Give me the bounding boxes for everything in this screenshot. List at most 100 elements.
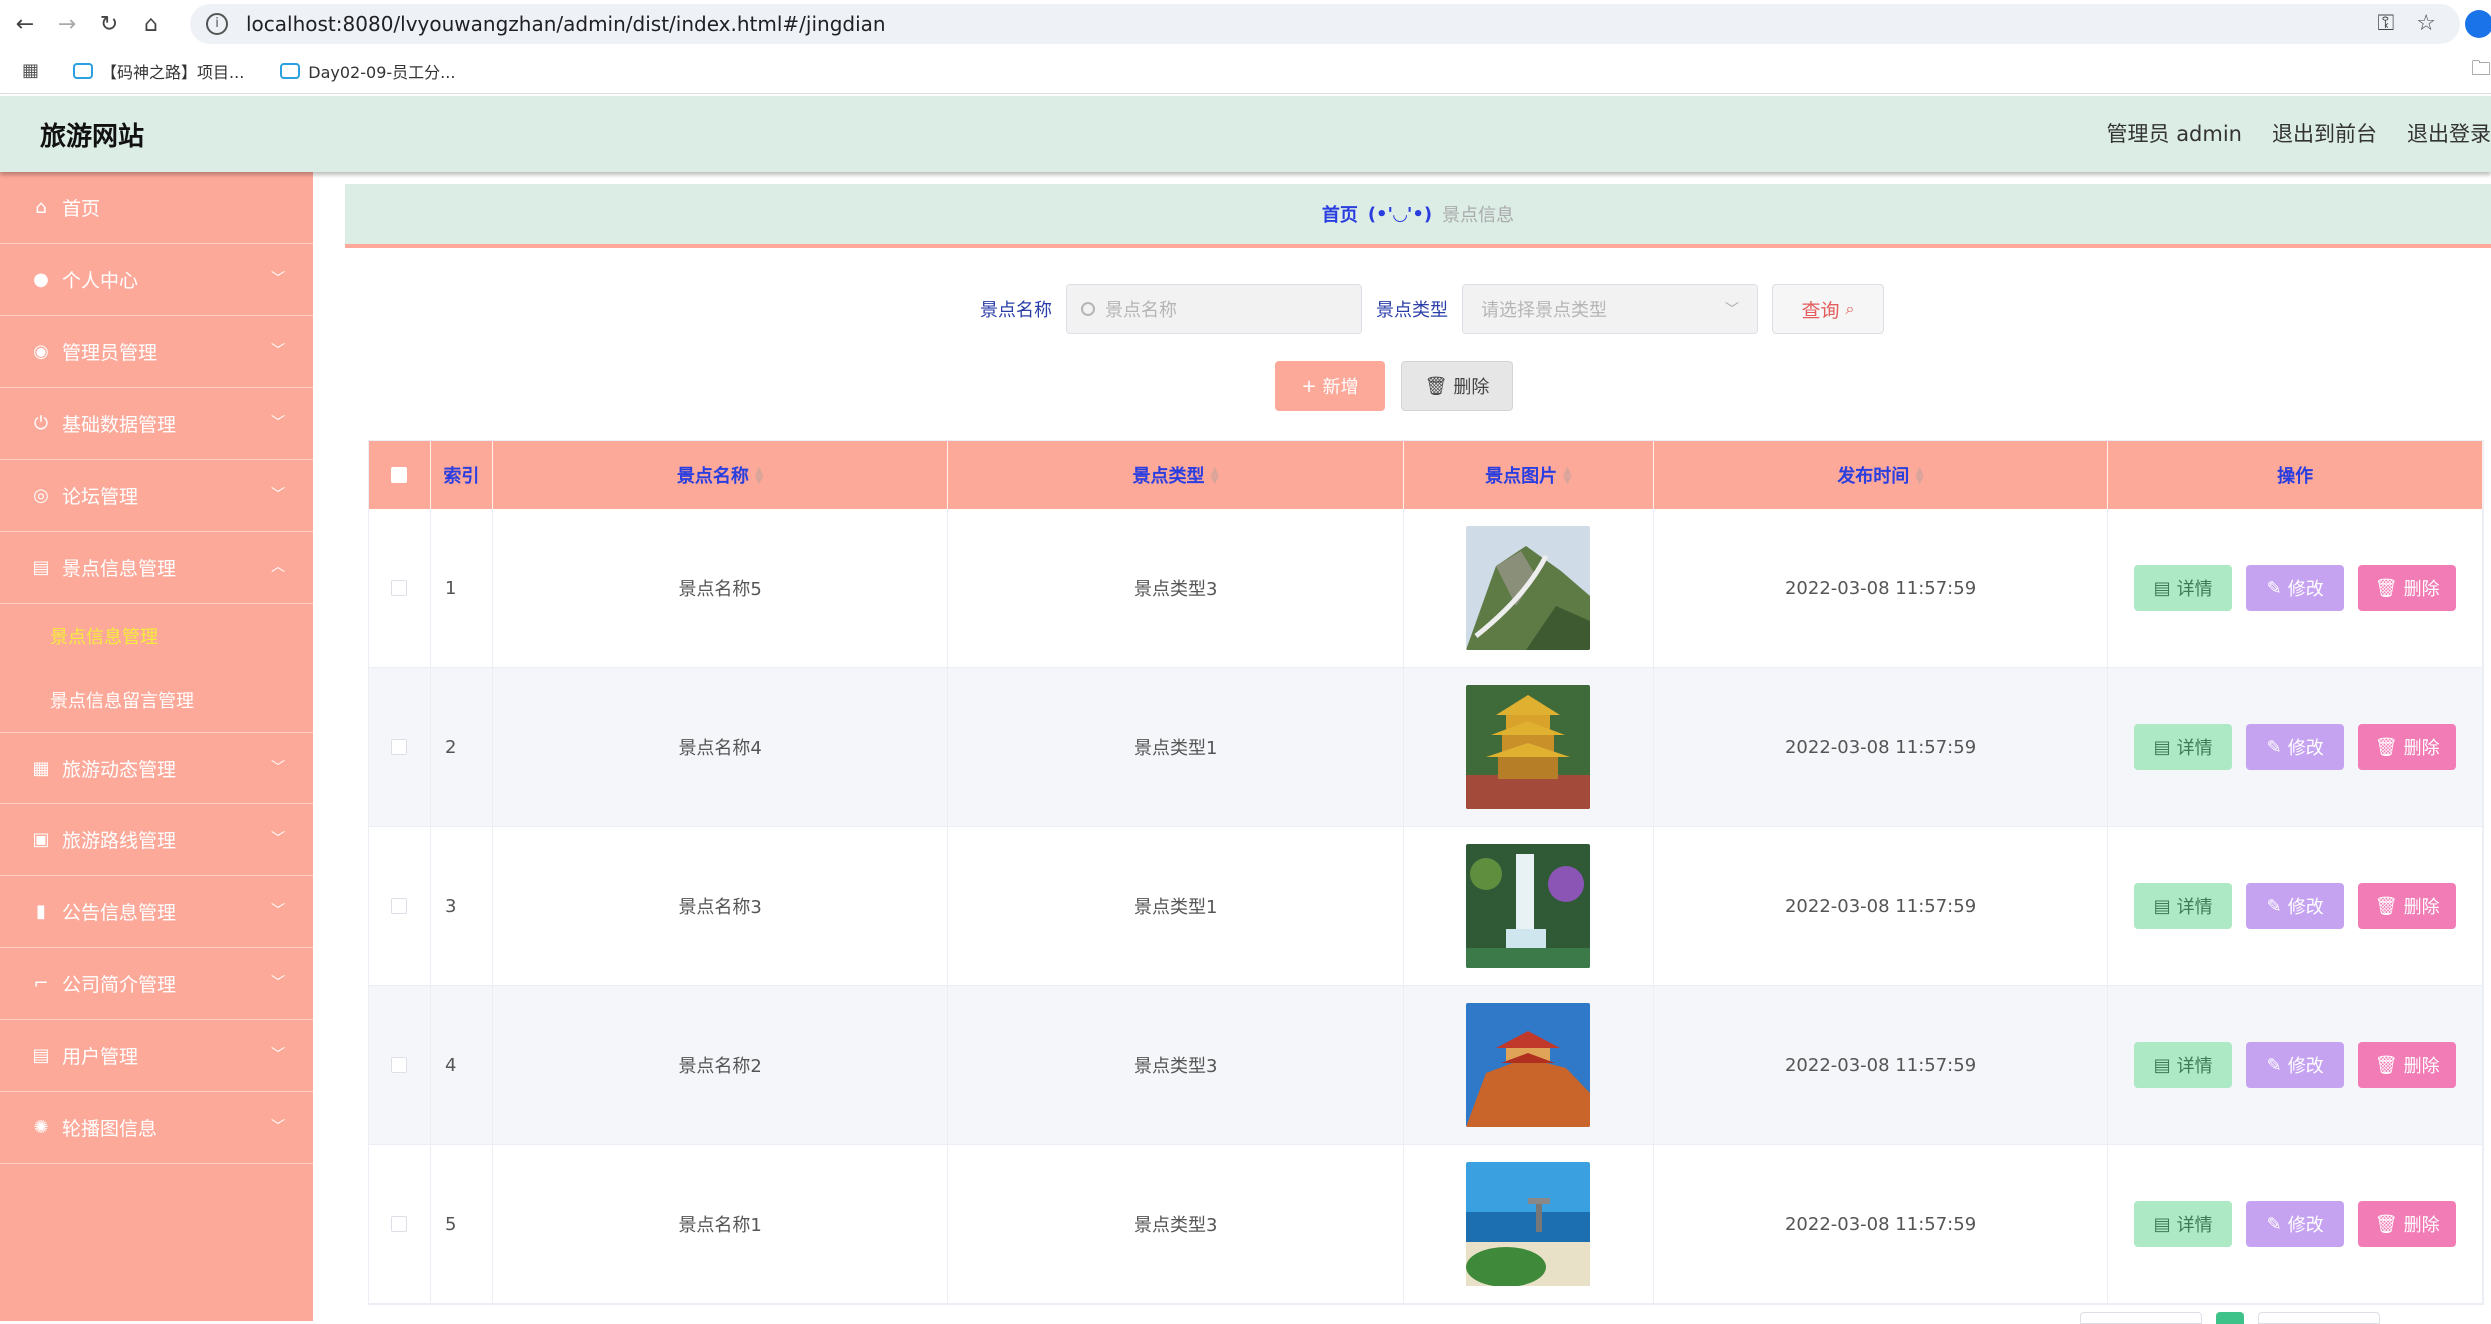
delete-button[interactable]: 🗑 删除 bbox=[2358, 1042, 2457, 1088]
sort-icon[interactable]: ▲ ▼ bbox=[1210, 465, 1218, 485]
delete-label: 删除 bbox=[2403, 1215, 2440, 1236]
folder-icon[interactable]: 🗀 bbox=[2471, 54, 2491, 88]
detail-button[interactable]: ▤ 详情 bbox=[2134, 565, 2233, 611]
edit-button[interactable]: ✎ 修改 bbox=[2246, 1042, 2345, 1088]
sidebar-subitem-scenic-comments[interactable]: 景点信息留言管理 bbox=[0, 668, 313, 732]
row-index: 4 bbox=[431, 986, 493, 1144]
clipboard-check-icon: ▤ bbox=[32, 1045, 50, 1066]
edit-label: 修改 bbox=[2287, 738, 2324, 759]
home-browser-icon[interactable]: ⌂ bbox=[134, 7, 168, 41]
detail-button[interactable]: ▤ 详情 bbox=[2134, 883, 2233, 929]
sidebar-item-travel-news[interactable]: ▦ 旅游动态管理 ﹀ bbox=[0, 732, 313, 804]
name-input-placeholder: 景点名称 bbox=[1105, 300, 1177, 321]
delete-button[interactable]: 🗑 删除 bbox=[2358, 883, 2457, 929]
column-header-name[interactable]: 景点名称 ▲ ▼ bbox=[493, 441, 949, 509]
scenic-photo-waterfall[interactable] bbox=[1466, 844, 1591, 968]
row-checkbox[interactable] bbox=[391, 1057, 408, 1073]
sort-icon[interactable]: ▲ ▼ bbox=[1915, 465, 1923, 485]
sidebar-item-scenic[interactable]: ▤ 景点信息管理 ︿ bbox=[0, 532, 313, 604]
sidebar-item-label: 论坛管理 bbox=[62, 486, 139, 508]
breadcrumb-home[interactable]: 首页 bbox=[1322, 201, 1358, 227]
page-jump-input[interactable] bbox=[2258, 1312, 2380, 1324]
bookmark-item[interactable]: Day02-09-员工分... bbox=[280, 59, 455, 83]
column-header-label: 景点名称 bbox=[676, 466, 749, 487]
sidebar-item-forum[interactable]: ◎ 论坛管理 ﹀ bbox=[0, 460, 313, 532]
column-header-photo[interactable]: 景点图片 ▲ ▼ bbox=[1404, 441, 1654, 509]
column-header-label: 索引 bbox=[443, 466, 480, 487]
sidebar-item-profile[interactable]: ● 个人中心 ﹀ bbox=[0, 244, 313, 316]
select-all-checkbox[interactable] bbox=[391, 467, 408, 483]
page-size-select[interactable] bbox=[2080, 1312, 2202, 1324]
row-time: 2022-03-08 11:57:59 bbox=[1654, 668, 2109, 826]
detail-button[interactable]: ▤ 详情 bbox=[2134, 1201, 2233, 1247]
row-checkbox[interactable] bbox=[391, 898, 408, 914]
trash-icon: 🗑 bbox=[2374, 895, 2398, 917]
scenic-photo-cliff-temple[interactable] bbox=[1466, 1003, 1591, 1127]
breadcrumb: 首页 (•'◡'•) 景点信息 bbox=[345, 184, 2491, 248]
delete-button[interactable]: 🗑 删除 bbox=[2358, 565, 2457, 611]
star-icon[interactable]: ☆ bbox=[2416, 11, 2436, 36]
sidebar-item-company[interactable]: ⌐ 公司简介管理 ﹀ bbox=[0, 948, 313, 1020]
add-button[interactable]: + 新增 bbox=[1275, 361, 1385, 411]
back-arrow-icon[interactable]: ← bbox=[8, 7, 42, 41]
sidebar-item-basic-data[interactable]: ⏻ 基础数据管理 ﹀ bbox=[0, 388, 313, 460]
delete-label: 删除 bbox=[2403, 1056, 2440, 1077]
scenic-photo-pagoda[interactable] bbox=[1466, 685, 1591, 809]
delete-label: 删除 bbox=[2403, 579, 2440, 600]
bookmark-item[interactable]: 【码神之路】项目... bbox=[73, 59, 244, 83]
apps-grid-icon[interactable]: ▦ bbox=[22, 60, 39, 81]
column-header-time[interactable]: 发布时间 ▲ ▼ bbox=[1654, 441, 2109, 509]
sidebar-subitem-scenic-info[interactable]: 景点信息管理 bbox=[0, 604, 313, 668]
bookmark-label: 【码神之路】项目... bbox=[101, 62, 245, 82]
key-icon[interactable]: ⚿ bbox=[2378, 11, 2395, 36]
sidebar-item-travel-routes[interactable]: ▣ 旅游路线管理 ﹀ bbox=[0, 804, 313, 876]
trash-icon: 🗑 bbox=[2374, 736, 2398, 758]
page-number-active[interactable] bbox=[2216, 1312, 2244, 1324]
to-front-link[interactable]: 退出到前台 bbox=[2272, 118, 2377, 148]
row-name: 景点名称3 bbox=[493, 827, 949, 985]
row-checkbox[interactable] bbox=[391, 1216, 408, 1232]
bilibili-icon bbox=[280, 62, 301, 79]
site-info-icon[interactable]: i bbox=[206, 13, 228, 35]
trash-icon: 🗑 bbox=[2374, 577, 2398, 599]
edit-button[interactable]: ✎ 修改 bbox=[2246, 724, 2345, 770]
column-header-type[interactable]: 景点类型 ▲ ▼ bbox=[948, 441, 1404, 509]
detail-button[interactable]: ▤ 详情 bbox=[2134, 1042, 2233, 1088]
name-search-input[interactable]: 景点名称 bbox=[1066, 284, 1362, 334]
forward-arrow-icon[interactable]: → bbox=[50, 7, 84, 41]
edit-button[interactable]: ✎ 修改 bbox=[2246, 883, 2345, 929]
row-checkbox[interactable] bbox=[391, 739, 408, 755]
delete-button[interactable]: 🗑 删除 bbox=[2358, 724, 2457, 770]
profile-avatar[interactable] bbox=[2465, 10, 2491, 38]
sort-icon[interactable]: ▲ ▼ bbox=[755, 465, 763, 485]
sidebar-item-admin[interactable]: ◉ 管理员管理 ﹀ bbox=[0, 316, 313, 388]
sidebar-item-home[interactable]: ⌂ 首页 bbox=[0, 172, 313, 244]
sidebar-item-notices[interactable]: ▮ 公告信息管理 ﹀ bbox=[0, 876, 313, 948]
url-text[interactable]: localhost:8080/lvyouwangzhan/admin/dist/… bbox=[246, 12, 886, 36]
edit-button[interactable]: ✎ 修改 bbox=[2246, 565, 2345, 611]
chevron-down-icon: ﹀ bbox=[271, 1047, 285, 1063]
edit-button[interactable]: ✎ 修改 bbox=[2246, 1201, 2345, 1247]
sidebar-item-carousel[interactable]: ✺ 轮播图信息 ﹀ bbox=[0, 1092, 313, 1164]
batch-delete-button[interactable]: 🗑 删除 bbox=[1401, 361, 1513, 411]
query-button-label: 查询 bbox=[1801, 299, 1840, 322]
row-index: 3 bbox=[431, 827, 493, 985]
detail-label: 详情 bbox=[2176, 738, 2213, 759]
scenic-photo-beach[interactable] bbox=[1466, 1162, 1591, 1286]
compass-icon: ◎ bbox=[33, 485, 49, 506]
row-name: 景点名称5 bbox=[493, 509, 949, 667]
detail-button[interactable]: ▤ 详情 bbox=[2134, 724, 2233, 770]
delete-label: 删除 bbox=[2403, 897, 2440, 918]
sidebar-item-users[interactable]: ▤ 用户管理 ﹀ bbox=[0, 1020, 313, 1092]
address-bar[interactable]: i localhost:8080/lvyouwangzhan/admin/dis… bbox=[190, 4, 2460, 44]
query-button[interactable]: 查询 ⌕ bbox=[1772, 284, 1884, 334]
reload-icon[interactable]: ↻ bbox=[92, 7, 126, 41]
delete-button[interactable]: 🗑 删除 bbox=[2358, 1201, 2457, 1247]
current-user: 管理员 admin bbox=[2106, 122, 2242, 146]
type-select[interactable]: 请选择景点类型 ﹀ bbox=[1462, 284, 1758, 334]
scenic-photo-mountain-road[interactable] bbox=[1466, 526, 1591, 650]
select-all-cell bbox=[369, 441, 431, 509]
row-checkbox[interactable] bbox=[391, 580, 408, 596]
sort-icon[interactable]: ▲ ▼ bbox=[1563, 465, 1571, 485]
logout-link[interactable]: 退出登录 bbox=[2407, 118, 2491, 148]
